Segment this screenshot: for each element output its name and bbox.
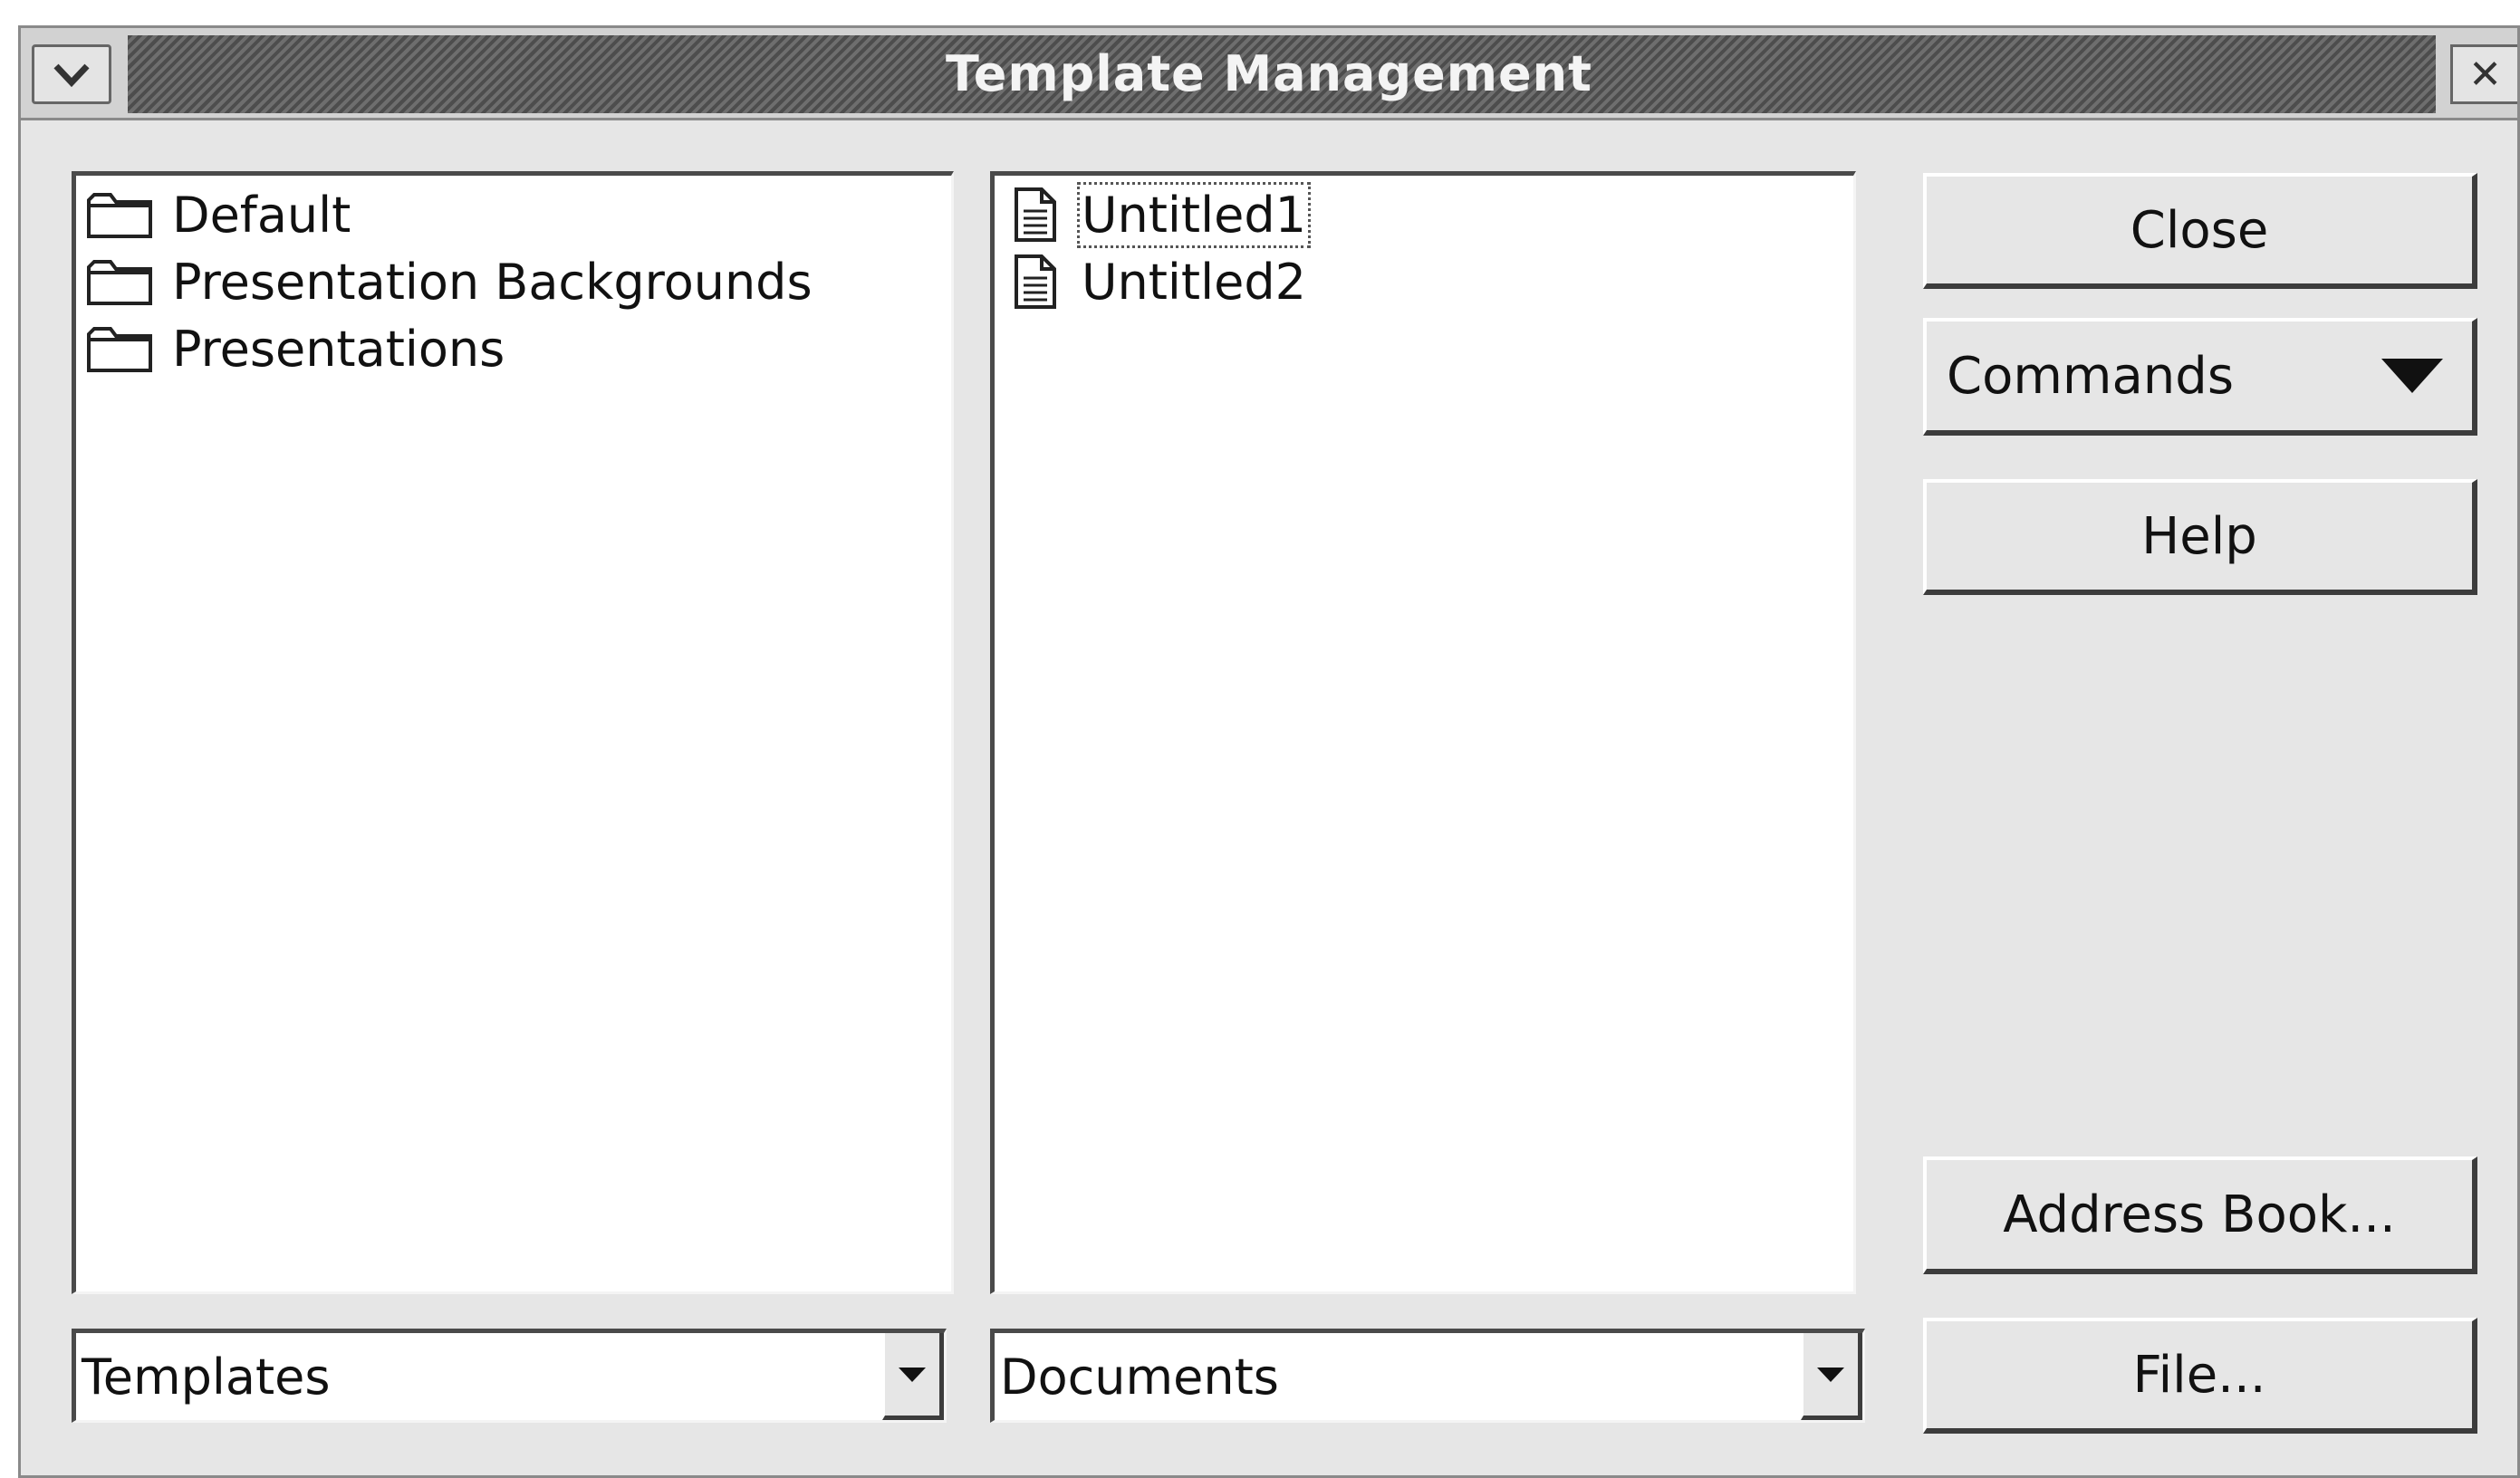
category-label: Presentation Backgrounds bbox=[172, 253, 813, 311]
document-dropdown[interactable]: Documents bbox=[990, 1329, 1865, 1423]
template-management-dialog: Template Management ✕ Default Presentati… bbox=[18, 25, 2520, 1478]
category-label: Default bbox=[172, 186, 351, 244]
list-item[interactable]: Presentation Backgrounds bbox=[76, 248, 951, 315]
document-label: Untitled2 bbox=[1082, 253, 1306, 311]
document-icon bbox=[1015, 187, 1056, 242]
triangle-down-icon bbox=[2381, 359, 2443, 393]
document-dropdown-value: Documents bbox=[1000, 1348, 1279, 1406]
triangle-down-icon bbox=[1817, 1367, 1844, 1382]
file-button[interactable]: File... bbox=[1923, 1318, 2477, 1434]
close-button[interactable]: Close bbox=[1923, 173, 2477, 289]
window-title: Template Management bbox=[946, 45, 1592, 102]
address-book-button-label: Address Book... bbox=[2003, 1185, 2396, 1244]
category-list[interactable]: Default Presentation Backgrounds Present… bbox=[72, 171, 954, 1294]
help-button[interactable]: Help bbox=[1923, 479, 2477, 595]
category-dropdown-value: Templates bbox=[82, 1348, 331, 1406]
file-button-label: File... bbox=[2132, 1345, 2266, 1405]
list-item[interactable]: Untitled2 bbox=[995, 248, 1853, 315]
dropdown-arrow-button[interactable] bbox=[1801, 1333, 1862, 1420]
list-item[interactable]: Presentations bbox=[76, 315, 951, 382]
document-icon bbox=[1015, 254, 1056, 309]
close-icon[interactable]: ✕ bbox=[2450, 44, 2517, 104]
folder-icon bbox=[87, 260, 152, 305]
document-label: Untitled1 bbox=[1077, 181, 1311, 248]
dropdown-arrow-button[interactable] bbox=[882, 1333, 944, 1420]
triangle-down-icon bbox=[899, 1367, 926, 1382]
close-button-label: Close bbox=[2130, 200, 2269, 260]
help-button-label: Help bbox=[2141, 506, 2257, 566]
commands-button[interactable]: Commands bbox=[1923, 318, 2477, 436]
folder-icon bbox=[87, 327, 152, 372]
list-item[interactable]: Default bbox=[76, 181, 951, 248]
template-list[interactable]: Untitled1 Untitled2 bbox=[990, 171, 1856, 1294]
category-label: Presentations bbox=[172, 320, 505, 378]
window-menu-button[interactable] bbox=[32, 44, 111, 104]
list-item[interactable]: Untitled1 bbox=[995, 181, 1853, 248]
chevron-down-icon bbox=[53, 63, 90, 88]
category-dropdown[interactable]: Templates bbox=[72, 1329, 947, 1423]
folder-icon bbox=[87, 193, 152, 238]
title-bar[interactable]: Template Management ✕ bbox=[21, 28, 2517, 120]
address-book-button[interactable]: Address Book... bbox=[1923, 1156, 2477, 1274]
commands-button-label: Commands bbox=[1947, 346, 2234, 406]
